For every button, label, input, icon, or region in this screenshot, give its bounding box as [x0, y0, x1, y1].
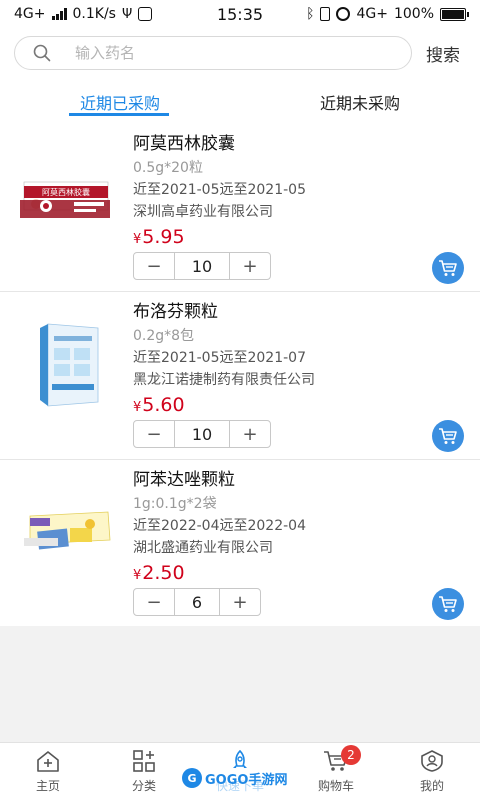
product-expiry-range: 近至2021-05远至2021-05: [133, 182, 306, 198]
quantity-stepper: − 10 +: [133, 252, 271, 280]
status-right: ᛒ 4G+ 100%: [306, 6, 469, 22]
search-button[interactable]: 搜索: [426, 41, 460, 66]
tab-home-label: 主页: [35, 779, 60, 793]
quantity-stepper: − 6 +: [133, 588, 261, 616]
product-name: 布洛芬颗粒: [133, 302, 218, 322]
tab-not-recently-purchased[interactable]: 近期未采购: [240, 78, 480, 124]
product-info: 阿苯达唑颗粒 1g:0.1g*2袋 近至2022-04远至2022-04 湖北盛…: [133, 468, 306, 590]
add-to-cart-button[interactable]: [432, 588, 464, 620]
quantity-stepper: − 10 +: [133, 420, 271, 448]
add-to-cart-button[interactable]: [432, 252, 464, 284]
price-value: 5.60: [142, 394, 185, 416]
currency-symbol: ¥: [133, 232, 142, 247]
increase-button[interactable]: +: [230, 421, 270, 447]
product-item[interactable]: 布洛芬颗粒 0.2g*8包 近至2021-05远至2021-07 黑龙江诺捷制药…: [0, 292, 480, 460]
product-price: ¥2.50: [133, 559, 306, 590]
network-type-right: 4G+: [356, 6, 388, 22]
watermark-text: GOGO手游网: [205, 772, 288, 788]
quantity-value[interactable]: 10: [174, 421, 230, 447]
product-item[interactable]: 阿莫西林胶囊 阿莫西林胶囊 0.5g*20粒 近至2021-05远至2021-0…: [0, 124, 480, 292]
search-row: 搜索: [0, 28, 480, 78]
currency-symbol: ¥: [133, 400, 142, 415]
product-expiry-range: 近至2021-05远至2021-07: [133, 350, 306, 366]
product-spec: 0.5g*20粒: [133, 160, 203, 176]
status-bar: 4G+ 0.1K/s Ψ 15:35 ᛒ 4G+ 100%: [0, 0, 480, 28]
product-spec: 0.2g*8包: [133, 328, 195, 344]
add-to-cart-button[interactable]: [432, 420, 464, 452]
notification-icon: [138, 7, 153, 21]
bottom-tab-bar: 主页 分类 快速下单 2 购物车 我的 G GOGO手游网: [0, 742, 480, 800]
product-price: ¥5.60: [133, 391, 315, 422]
product-list: 阿莫西林胶囊 阿莫西林胶囊 0.5g*20粒 近至2021-05远至2021-0…: [0, 124, 480, 626]
price-value: 2.50: [142, 562, 185, 584]
decrease-button[interactable]: −: [134, 589, 174, 615]
price-value: 5.95: [142, 226, 185, 248]
battery-icon: [440, 7, 469, 21]
usb-icon: Ψ: [121, 6, 133, 22]
tab-recently-purchased[interactable]: 近期已采购: [0, 78, 240, 124]
product-name: 阿苯达唑颗粒: [133, 470, 235, 490]
vibrate-icon: [320, 7, 331, 21]
quantity-value[interactable]: 10: [174, 253, 230, 279]
product-manufacturer: 湖北盛通药业有限公司: [133, 540, 273, 556]
product-info: 布洛芬颗粒 0.2g*8包 近至2021-05远至2021-07 黑龙江诺捷制药…: [133, 300, 315, 422]
signal-icon: [51, 8, 67, 20]
purchase-tabs: 近期已采购 近期未采购: [0, 78, 480, 124]
product-expiry-range: 近至2022-04远至2022-04: [133, 518, 306, 534]
decrease-button[interactable]: −: [134, 421, 174, 447]
tab-profile[interactable]: 我的: [384, 743, 480, 800]
product-name: 阿莫西林胶囊: [133, 134, 235, 154]
battery-level: 100%: [393, 6, 434, 22]
product-info: 阿莫西林胶囊 0.5g*20粒 近至2021-05远至2021-05 深圳高卓药…: [133, 132, 306, 254]
category-icon: [133, 750, 155, 772]
product-image-label: 阿莫西林胶囊: [42, 187, 90, 197]
increase-button[interactable]: +: [230, 253, 270, 279]
cart-icon: [439, 428, 457, 444]
tab-category-label: 分类: [131, 779, 156, 793]
currency-symbol: ¥: [133, 568, 142, 583]
bluetooth-icon: ᛒ: [306, 6, 315, 22]
product-image[interactable]: 阿莫西林胶囊: [16, 146, 116, 246]
increase-button[interactable]: +: [220, 589, 260, 615]
tab-profile-label: 我的: [419, 779, 444, 793]
alarm-icon: [336, 7, 351, 21]
tab-cart-label: 购物车: [317, 779, 354, 793]
network-speed: 0.1K/s: [72, 6, 116, 22]
status-left: 4G+ 0.1K/s Ψ: [14, 6, 153, 22]
quantity-value[interactable]: 6: [174, 589, 220, 615]
tab-home[interactable]: 主页: [0, 743, 96, 800]
product-manufacturer: 黑龙江诺捷制药有限责任公司: [133, 372, 315, 388]
cart-icon: [439, 596, 457, 612]
product-image[interactable]: [16, 314, 116, 414]
product-image[interactable]: [16, 482, 116, 582]
search-icon: [33, 44, 51, 62]
cart-badge: 2: [341, 745, 361, 765]
search-input[interactable]: [75, 44, 355, 62]
watermark-logo-icon: G: [182, 768, 202, 788]
cart-icon: [439, 260, 457, 276]
product-price: ¥5.95: [133, 223, 306, 254]
search-box[interactable]: [14, 36, 412, 70]
tab-cart[interactable]: 2 购物车: [288, 743, 384, 800]
watermark-logo: G GOGO手游网: [182, 768, 287, 788]
decrease-button[interactable]: −: [134, 253, 174, 279]
network-type: 4G+: [14, 6, 46, 22]
product-item[interactable]: 阿苯达唑颗粒 1g:0.1g*2袋 近至2022-04远至2022-04 湖北盛…: [0, 460, 480, 626]
home-icon: [37, 751, 59, 772]
tab-category[interactable]: 分类: [96, 743, 192, 800]
profile-icon: [421, 750, 443, 772]
product-manufacturer: 深圳高卓药业有限公司: [133, 204, 273, 220]
product-spec: 1g:0.1g*2袋: [133, 496, 217, 512]
